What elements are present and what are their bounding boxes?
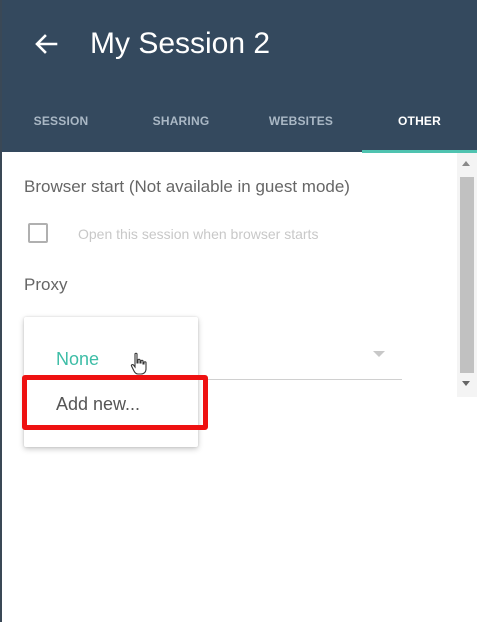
proxy-option-none[interactable]: None — [24, 339, 198, 379]
open-on-start-label: Open this session when browser starts — [78, 226, 319, 242]
hand-cursor-icon — [130, 352, 147, 375]
tab-other[interactable]: OTHER — [362, 90, 477, 152]
app-header: My Session 2 SESSION SHARING WEBSITES OT… — [0, 0, 477, 152]
browser-start-heading: Browser start (Not available in guest mo… — [24, 177, 350, 196]
scroll-down-icon[interactable] — [462, 381, 470, 386]
session-settings-window: My Session 2 SESSION SHARING WEBSITES OT… — [0, 0, 477, 622]
scroll-thumb[interactable] — [460, 177, 474, 373]
arrow-left-icon[interactable] — [32, 30, 60, 58]
tab-websites[interactable]: WEBSITES — [240, 90, 362, 152]
vertical-scrollbar[interactable] — [457, 153, 477, 397]
open-on-start-checkbox[interactable] — [28, 223, 48, 243]
tab-bar: SESSION SHARING WEBSITES OTHER — [0, 90, 477, 152]
scroll-up-icon[interactable] — [462, 161, 470, 166]
highlight-annotation — [22, 375, 208, 430]
chevron-down-icon[interactable] — [373, 351, 385, 357]
tab-sharing[interactable]: SHARING — [122, 90, 240, 152]
tab-session[interactable]: SESSION — [0, 90, 122, 152]
page-title: My Session 2 — [90, 27, 271, 60]
proxy-heading: Proxy — [24, 275, 68, 294]
window-edge — [0, 0, 2, 622]
